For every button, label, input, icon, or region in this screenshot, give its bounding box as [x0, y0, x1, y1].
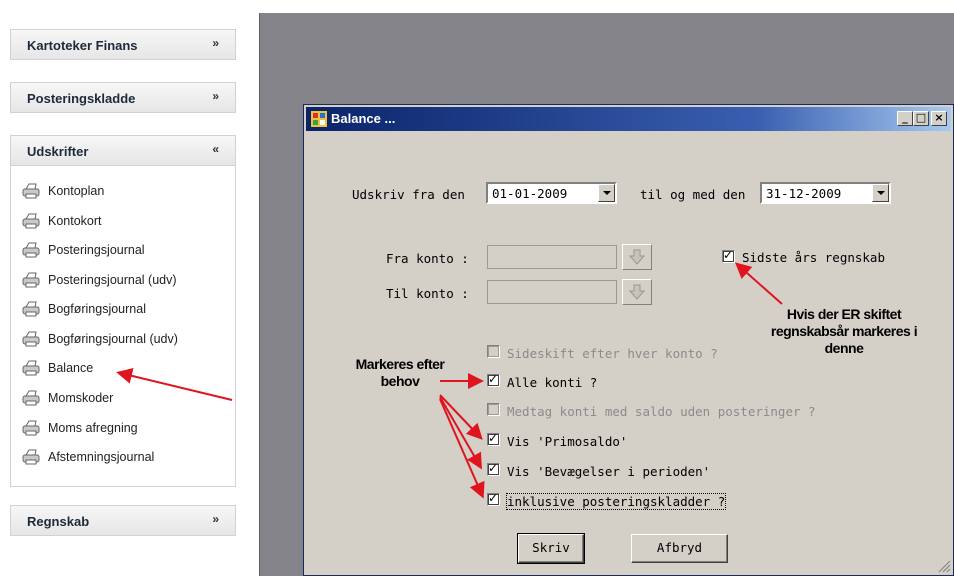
printer-icon	[22, 390, 40, 406]
section-udskrifter[interactable]: Udskrifter «	[10, 135, 236, 166]
include-zero-accounts-checkbox[interactable]	[487, 403, 500, 416]
printer-icon	[22, 331, 40, 347]
udskrifter-list	[10, 166, 236, 487]
printer-icon	[22, 360, 40, 376]
sidebar-item-label: Kontoplan	[48, 184, 105, 198]
section-title: Udskrifter	[27, 144, 89, 159]
printer-icon	[22, 420, 40, 436]
sidebar-item-label: Posteringsjournal (udv)	[48, 273, 177, 287]
chevron-down-icon[interactable]: »	[212, 512, 219, 526]
from-account-label: Fra konto :	[386, 251, 469, 266]
section-title: Kartoteker Finans	[27, 38, 138, 53]
from-account-lookup-button[interactable]	[622, 244, 652, 270]
close-button[interactable]: ×	[931, 111, 947, 126]
annotation-last-year: Hvis der ER skiftet regnskabsår markeres…	[734, 306, 954, 357]
sidebar-item-label: Balance	[48, 361, 94, 375]
chevron-down-icon[interactable]	[598, 184, 615, 202]
sidebar-item-label: Posteringsjournal	[48, 243, 145, 257]
annotation-line: behov	[380, 373, 420, 389]
show-primosaldo-label[interactable]: Vis 'Primosaldo'	[507, 434, 627, 449]
printer-icon	[22, 301, 40, 317]
to-account-lookup-button[interactable]	[622, 279, 652, 305]
sidebar-item-label: Kontokort	[48, 214, 102, 228]
arrow-down-icon	[628, 249, 646, 265]
chevron-up-icon[interactable]: «	[212, 142, 219, 156]
include-drafts-label[interactable]: inklusive posteringskladder ?	[505, 493, 727, 510]
to-date-value: 31-12-2009	[766, 186, 842, 201]
printer-icon	[22, 242, 40, 258]
annotation-as-needed: Markeres efter behov	[330, 356, 470, 390]
show-primosaldo-checkbox[interactable]: ✓	[487, 431, 500, 446]
checkmark-icon: ✓	[488, 431, 499, 445]
annotation-line: Hvis der ER skiftet	[786, 306, 902, 322]
annotation-line: regnskabsår markeres i	[770, 323, 918, 339]
minimize-button[interactable]: _	[897, 111, 913, 126]
all-accounts-checkbox[interactable]: ✓	[487, 372, 500, 387]
to-date-label: til og med den	[640, 187, 746, 202]
checkmark-icon: ✓	[723, 248, 734, 262]
show-movements-label[interactable]: Vis 'Bevægelser i perioden'	[507, 464, 710, 479]
from-date-select[interactable]: 01-01-2009	[486, 182, 617, 204]
checkmark-icon: ✓	[488, 461, 499, 475]
checkmark-icon: ✓	[488, 491, 499, 505]
from-date-value: 01-01-2009	[492, 186, 568, 201]
all-accounts-label[interactable]: Alle konti ?	[507, 375, 597, 390]
cancel-button[interactable]: Afbryd	[631, 534, 728, 563]
arrow-down-icon	[628, 284, 646, 300]
sidebar-item-label: Moms afregning	[48, 421, 138, 435]
last-year-label[interactable]: Sidste års regnskab	[742, 250, 885, 265]
section-posteringskladde[interactable]: Posteringskladde »	[10, 82, 236, 113]
sidebar-item-label: Bogføringsjournal (udv)	[48, 332, 178, 346]
dialog-titlebar[interactable]: Balance ... _ □ ×	[306, 107, 951, 131]
chevron-down-icon[interactable]: »	[212, 36, 219, 50]
maximize-button[interactable]: □	[913, 111, 929, 126]
include-drafts-checkbox[interactable]: ✓	[487, 491, 500, 506]
section-regnskab[interactable]: Regnskab »	[10, 505, 236, 536]
from-date-label: Udskriv fra den	[352, 187, 465, 202]
splitter[interactable]	[259, 13, 260, 576]
page-break-checkbox[interactable]	[487, 345, 500, 358]
printer-icon	[22, 213, 40, 229]
page-break-label[interactable]: Sideskift efter hver konto ?	[507, 346, 718, 361]
printer-icon	[22, 449, 40, 465]
annotation-line: Markeres efter	[355, 356, 445, 372]
sidebar-item-label: Momskoder	[48, 391, 114, 405]
dialog-title: Balance ...	[331, 111, 396, 126]
resize-grip-icon[interactable]	[937, 559, 951, 573]
chevron-down-icon[interactable]	[872, 184, 889, 202]
section-kartoteker-finans[interactable]: Kartoteker Finans »	[10, 29, 236, 60]
checkmark-icon: ✓	[488, 372, 499, 386]
from-account-input[interactable]	[487, 245, 617, 269]
to-date-select[interactable]: 31-12-2009	[760, 182, 891, 204]
include-zero-accounts-label[interactable]: Medtag konti med saldo uden posteringer …	[507, 404, 816, 419]
show-movements-checkbox[interactable]: ✓	[487, 461, 500, 476]
printer-icon	[22, 183, 40, 199]
section-title: Regnskab	[27, 514, 90, 529]
last-year-checkbox[interactable]: ✓	[722, 248, 735, 263]
to-account-input[interactable]	[487, 280, 617, 304]
sidebar-item-label: Afstemningsjournal	[48, 450, 155, 464]
annotation-line: denne	[824, 340, 864, 356]
chevron-down-icon[interactable]: »	[212, 89, 219, 103]
print-button[interactable]: Skriv	[517, 533, 585, 564]
section-title: Posteringskladde	[27, 91, 136, 106]
printer-icon	[22, 272, 40, 288]
sidebar-item-label: Bogføringsjournal	[48, 302, 146, 316]
to-account-label: Til konto :	[386, 286, 469, 301]
app-icon	[311, 111, 327, 127]
